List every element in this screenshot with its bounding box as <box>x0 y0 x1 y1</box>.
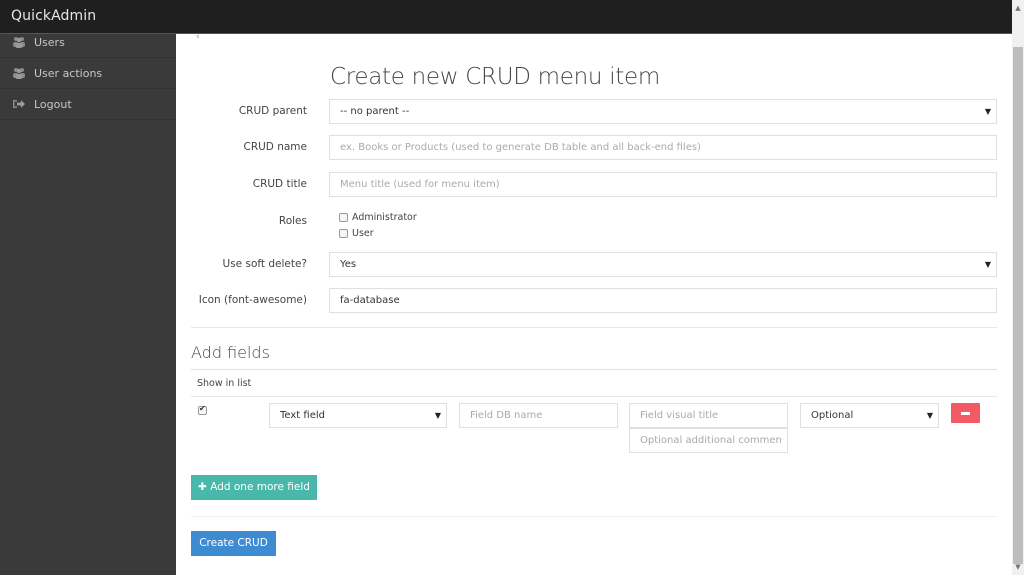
field-validation-select[interactable]: Optional ▼ <box>800 403 939 428</box>
icon-row: Icon (font-awesome) fa-database <box>190 288 997 314</box>
sidebar-item-user-actions[interactable]: User actions <box>0 58 176 89</box>
crud-parent-value: -- no parent -- <box>340 106 410 117</box>
add-fields-title: Add fields <box>191 343 270 362</box>
divider <box>191 516 997 517</box>
vertical-scrollbar[interactable]: ▲ ▼ <box>1012 0 1024 575</box>
scroll-down-arrow-icon[interactable]: ▼ <box>1012 561 1024 573</box>
crud-name-row: CRUD name ex. Books or Products (used to… <box>190 135 997 161</box>
crud-name-label: CRUD name <box>243 141 307 153</box>
soft-delete-select[interactable]: Yes ▼ <box>329 252 997 277</box>
plus-icon: ✚ <box>198 481 207 493</box>
show-in-list-header: Show in list <box>197 378 252 389</box>
divider <box>191 327 997 328</box>
page-title: Create new CRUD menu item <box>330 64 660 90</box>
role-user[interactable]: User <box>339 225 417 241</box>
sidebar-item-label: Logout <box>34 97 72 111</box>
breadcrumb-fragment: ‹ <box>196 32 200 42</box>
field-visual-title-input[interactable]: Field visual title <box>629 403 788 428</box>
field-comment-input[interactable]: Optional additional commen <box>629 428 788 453</box>
role-user-label: User <box>352 227 374 239</box>
field-type-value: Text field <box>280 410 325 421</box>
roles-label: Roles <box>278 215 307 227</box>
role-administrator[interactable]: Administrator <box>339 209 417 225</box>
caret-down-icon: ▼ <box>926 411 933 420</box>
crud-parent-label: CRUD parent <box>238 105 307 117</box>
show-in-list-checkbox[interactable] <box>198 404 207 415</box>
field-db-name-input[interactable]: Field DB name <box>459 403 618 428</box>
crud-parent-select[interactable]: -- no parent -- ▼ <box>329 99 997 124</box>
sidebar-item-users[interactable]: Users <box>0 34 176 58</box>
soft-delete-label: Use soft delete? <box>222 258 307 270</box>
divider <box>191 396 997 397</box>
add-field-button[interactable]: ✚ Add one more field <box>191 475 317 500</box>
soft-delete-value: Yes <box>340 259 357 270</box>
sidebar-item-logout[interactable]: Logout <box>0 89 176 120</box>
field-type-select[interactable]: Text field ▼ <box>269 403 447 428</box>
top-navbar: QuickAdmin <box>0 0 1012 34</box>
caret-down-icon: ▼ <box>984 107 991 116</box>
field-validation-value: Optional <box>811 410 854 421</box>
add-field-label: Add one more field <box>210 481 310 493</box>
crud-name-input[interactable]: ex. Books or Products (used to generate … <box>329 135 997 160</box>
main-content: ‹ Create new CRUD menu item CRUD parent … <box>176 32 1012 575</box>
crud-parent-row: CRUD parent -- no parent -- ▼ <box>190 99 997 125</box>
role-administrator-label: Administrator <box>352 211 417 223</box>
roles-checkbox-group: Administrator User <box>339 209 417 241</box>
crud-title-label: CRUD title <box>252 178 307 190</box>
role-user-checkbox[interactable] <box>339 228 348 238</box>
brand-logo[interactable]: QuickAdmin <box>11 8 96 24</box>
scroll-up-arrow-icon[interactable]: ▲ <box>1012 2 1024 14</box>
crud-title-row: CRUD title Menu title (used for menu ite… <box>190 172 997 198</box>
sign-out-icon <box>13 100 25 108</box>
divider <box>191 369 997 370</box>
crud-title-input[interactable]: Menu title (used for menu item) <box>329 172 997 197</box>
sidebar-item-label: Users <box>34 36 65 49</box>
sidebar: Users User actions Logout <box>0 34 176 575</box>
icon-input[interactable]: fa-database <box>329 288 997 313</box>
caret-down-icon: ▼ <box>434 411 441 420</box>
users-icon <box>13 68 25 79</box>
create-crud-button[interactable]: Create CRUD <box>191 531 276 556</box>
role-administrator-checkbox[interactable] <box>339 212 348 222</box>
icon-label: Icon (font-awesome) <box>198 294 307 306</box>
roles-row: Roles Administrator User <box>190 209 997 245</box>
soft-delete-row: Use soft delete? Yes ▼ <box>190 252 997 278</box>
scrollbar-thumb[interactable] <box>1013 47 1023 564</box>
remove-field-button[interactable] <box>951 403 980 423</box>
caret-down-icon: ▼ <box>984 260 991 269</box>
sidebar-item-label: User actions <box>34 66 103 80</box>
users-icon <box>13 37 25 48</box>
